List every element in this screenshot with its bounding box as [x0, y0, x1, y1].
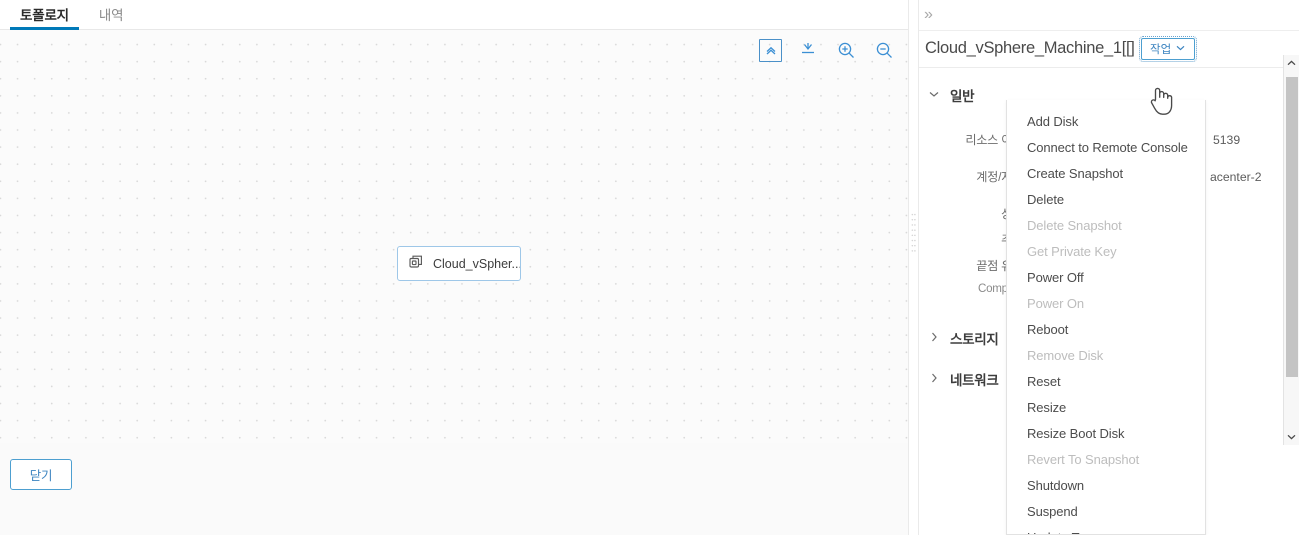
menu-item-shutdown[interactable]: Shutdown	[1007, 472, 1205, 498]
menu-item-label: Resize Boot Disk	[1027, 425, 1125, 441]
menu-item-power-on: Power On	[1007, 290, 1205, 316]
panel-topbar: »	[919, 0, 1299, 31]
scrollbar-thumb[interactable]	[1286, 77, 1298, 377]
topology-node-label: Cloud_vSpher...	[433, 256, 520, 271]
actions-button[interactable]: 작업	[1138, 35, 1197, 62]
menu-item-label: Power On	[1027, 295, 1085, 311]
chevron-right-icon	[929, 332, 939, 345]
section-title-general: 일반	[950, 89, 975, 104]
zoom-in-icon[interactable]	[834, 38, 858, 62]
canvas-toolbar	[759, 38, 896, 62]
menu-item-get-private-key: Get Private Key	[1007, 238, 1205, 264]
tab-history-label: 내역	[98, 7, 124, 23]
menu-item-label: Remove Disk	[1027, 347, 1104, 363]
section-title-storage: 스토리지	[950, 332, 999, 347]
panel-scrollbar[interactable]	[1283, 55, 1299, 445]
menu-item-label: Resize	[1027, 399, 1067, 415]
menu-item-resize-boot-disk[interactable]: Resize Boot Disk	[1007, 420, 1205, 446]
topology-view: 토폴로지 내역 Cloud_vSpher... 닫기 » Cloud_vSphe…	[0, 0, 1299, 535]
menu-item-label: Delete	[1027, 191, 1064, 207]
panel-header: Cloud_vSphere_Machine_1[[] 작업	[919, 30, 1299, 68]
splitter-grip-icon[interactable]	[911, 212, 916, 254]
menu-item-reset[interactable]: Reset	[1007, 368, 1205, 394]
scroll-up-icon[interactable]	[1284, 55, 1299, 71]
menu-item-reboot[interactable]: Reboot	[1007, 316, 1205, 342]
topology-node-machine[interactable]: Cloud_vSpher...	[397, 246, 521, 281]
menu-item-label: Get Private Key	[1027, 243, 1117, 259]
chevron-down-icon	[1176, 44, 1185, 53]
chevron-double-right-icon[interactable]: »	[924, 7, 933, 23]
menu-item-label: Delete Snapshot	[1027, 217, 1122, 233]
close-button[interactable]: 닫기	[10, 459, 72, 490]
fit-to-screen-icon[interactable]	[759, 38, 782, 62]
scroll-down-icon[interactable]	[1284, 429, 1299, 445]
topology-canvas[interactable]: Cloud_vSpher...	[0, 30, 908, 443]
actions-button-label: 작업	[1150, 43, 1172, 56]
align-icon[interactable]	[796, 38, 820, 62]
menu-item-label: Reset	[1027, 373, 1061, 389]
menu-item-resize[interactable]: Resize	[1007, 394, 1205, 420]
tab-bar: 토폴로지 내역	[0, 0, 908, 30]
tab-topology-label: 토폴로지	[20, 7, 69, 23]
menu-item-label: Create Snapshot	[1027, 165, 1124, 181]
menu-item-create-snapshot[interactable]: Create Snapshot	[1007, 160, 1205, 186]
menu-item-label: Update Tags	[1027, 530, 1099, 535]
panel-splitter[interactable]	[908, 0, 919, 535]
menu-item-label: Connect to Remote Console	[1027, 139, 1188, 155]
close-button-label: 닫기	[29, 469, 53, 483]
tab-topology[interactable]: 토폴로지	[10, 7, 79, 30]
chevron-down-icon	[929, 89, 939, 101]
menu-item-remove-disk: Remove Disk	[1007, 342, 1205, 368]
footer-bar: 닫기	[0, 443, 908, 535]
menu-item-label: Power Off	[1027, 269, 1084, 285]
menu-item-delete-snapshot: Delete Snapshot	[1007, 212, 1205, 238]
machine-icon	[408, 253, 425, 275]
menu-item-label: Revert To Snapshot	[1027, 451, 1140, 467]
tab-history[interactable]: 내역	[89, 7, 133, 30]
menu-item-add-disk[interactable]: Add Disk	[1007, 108, 1205, 134]
menu-item-label: Add Disk	[1027, 113, 1079, 129]
actions-dropdown-menu: Add Disk Connect to Remote Console Creat…	[1006, 100, 1206, 535]
menu-item-label: Shutdown	[1027, 477, 1085, 493]
page-title: Cloud_vSphere_Machine_1[[]	[925, 39, 1135, 57]
menu-item-delete[interactable]: Delete	[1007, 186, 1205, 212]
menu-item-label: Suspend	[1027, 503, 1078, 519]
zoom-out-icon[interactable]	[872, 38, 896, 62]
menu-item-label: Reboot	[1027, 321, 1069, 337]
section-title-network: 네트워크	[950, 373, 999, 388]
menu-item-power-off[interactable]: Power Off	[1007, 264, 1205, 290]
chevron-right-icon	[929, 373, 939, 386]
menu-item-update-tags[interactable]: Update Tags	[1007, 524, 1205, 535]
menu-item-connect-to-remote-console[interactable]: Connect to Remote Console	[1007, 134, 1205, 160]
menu-item-suspend[interactable]: Suspend	[1007, 498, 1205, 524]
menu-item-revert-to-snapshot: Revert To Snapshot	[1007, 446, 1205, 472]
